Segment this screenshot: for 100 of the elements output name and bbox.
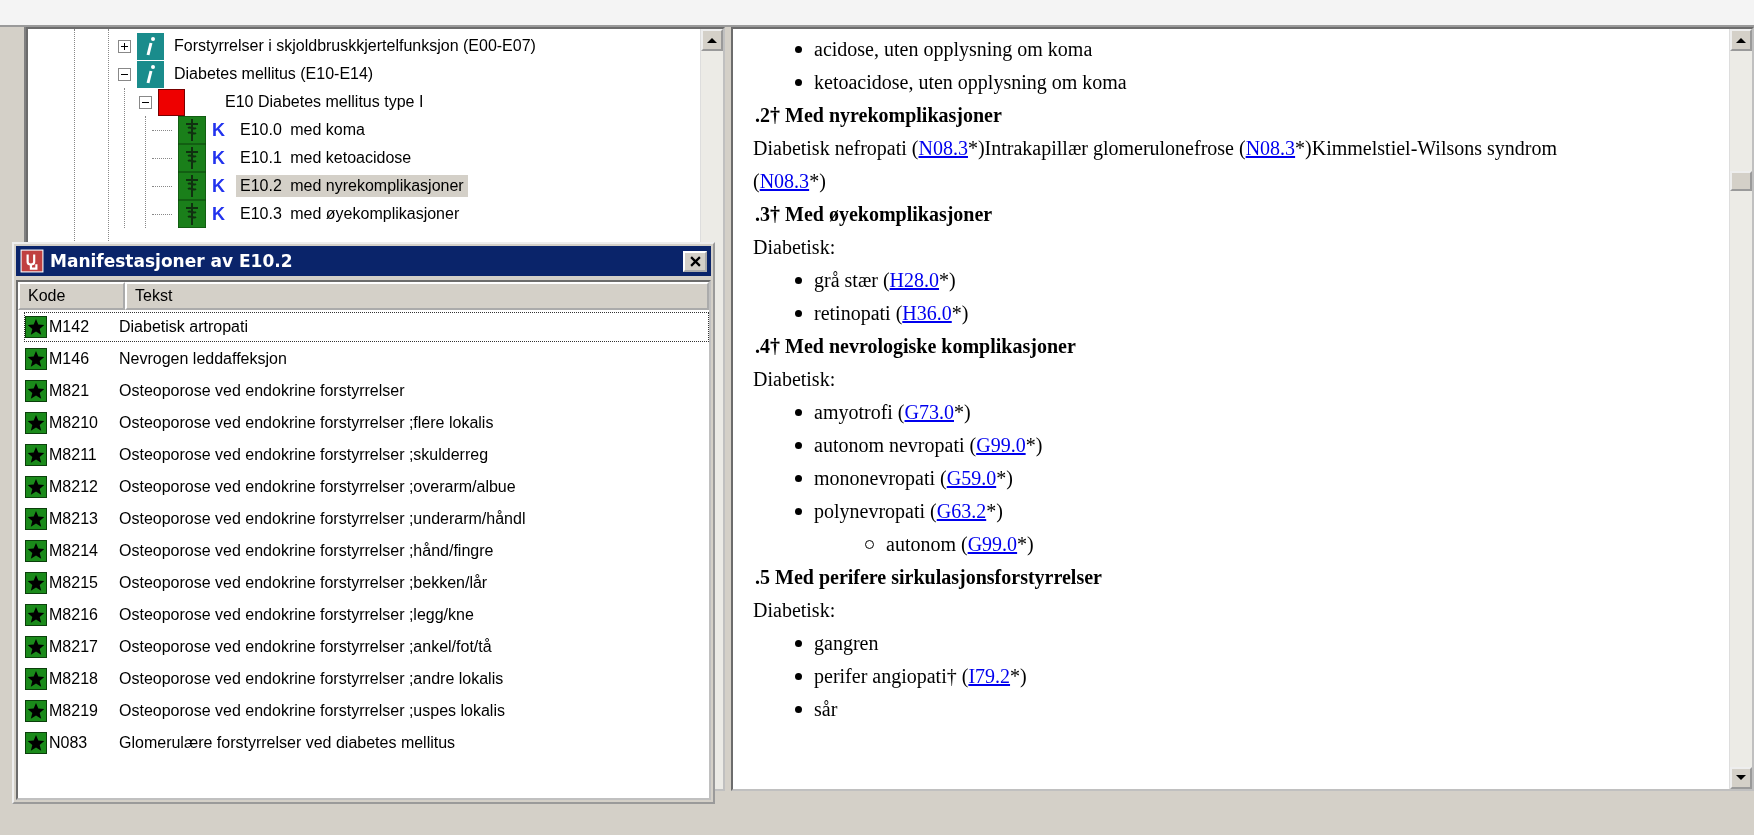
code-link[interactable]: N08.3 <box>918 137 968 159</box>
list-item: gangren <box>753 627 1619 660</box>
list-row[interactable]: M8212 Osteoporose ved endokrine forstyrrelser ;overarm/albue <box>24 472 709 502</box>
k-label: K <box>212 119 226 141</box>
scroll-thumb[interactable] <box>1730 171 1752 191</box>
text-cell-text: Osteoporose ved endokrine forstyrrelser ;bekken/lår <box>119 574 489 592</box>
column-header[interactable]: Tekst <box>125 282 709 310</box>
tree-item[interactable]: E10.2 med nyrekomplikasjoner <box>236 175 468 197</box>
list-row[interactable]: M142 Diabetisk artropati <box>24 312 709 342</box>
code-link[interactable]: H36.0 <box>902 302 952 324</box>
text-cell-text: Osteoporose ved endokrine forstyrrelser ;skulderreg <box>119 446 490 464</box>
column-header[interactable]: Kode <box>18 282 125 310</box>
list-row[interactable]: M8217 Osteoporose ved endokrine forstyrrelser ;ankel/fot/tå <box>24 632 709 662</box>
tree-item[interactable]: Forstyrrelser i skjoldbruskkjertelfunksjon (E00-E07) <box>170 35 540 57</box>
info-icon <box>137 60 164 88</box>
list-item: sår <box>753 693 1619 726</box>
staff-icon <box>178 144 206 172</box>
text-cell-text: Osteoporose ved endokrine forstyrrelser <box>119 382 406 400</box>
text-cell-text: Osteoporose ved endokrine forstyrrelser ;overarm/albue <box>119 478 517 496</box>
k-label: K <box>212 147 226 169</box>
list-row[interactable]: M8213 Osteoporose ved endokrine forstyrrelser ;underarm/håndl <box>24 504 709 534</box>
bullet-icon <box>795 508 802 515</box>
text-cell-text: Osteoporose ved endokrine forstyrrelser ;hånd/fingre <box>119 542 495 560</box>
star-icon <box>25 380 47 402</box>
bullet-icon <box>795 277 802 284</box>
window-title: Manifestasjoner av E10.2 <box>50 251 294 271</box>
star-icon <box>25 732 47 754</box>
bullet-icon <box>795 442 802 449</box>
code-cell-text: M146 <box>48 350 91 368</box>
list-row[interactable]: N083 Glomerulære forstyrrelser ved diabetes mellitus <box>24 728 709 758</box>
scrollbar[interactable] <box>1729 29 1752 789</box>
code-cell-text: M8218 <box>48 670 99 688</box>
code-link[interactable]: I79.2 <box>968 665 1011 687</box>
list-row[interactable]: M146 Nevrogen leddaffeksjon <box>24 344 709 374</box>
text-cell-text: Osteoporose ved endokrine forstyrrelser ;andre lokalis <box>119 670 505 688</box>
code-cell-text: M8214 <box>48 542 99 560</box>
section-heading: .2† Med nyrekomplikasjoner <box>754 103 1003 129</box>
list-item: polynevropati (G63.2*) <box>753 495 1619 528</box>
up-arrow-icon <box>1736 37 1746 43</box>
close-button[interactable] <box>683 250 707 272</box>
collapse-icon[interactable] <box>118 67 131 81</box>
list-item: grå stær (H28.0*) <box>753 264 1619 297</box>
k-label: K <box>212 175 226 197</box>
bullet-icon <box>795 706 802 713</box>
bullet-icon <box>795 409 802 416</box>
list-row[interactable]: M8210 Osteoporose ved endokrine forstyrrelser ;flere lokalis <box>24 408 709 438</box>
list-item: ketoacidose, uten opplysning om koma <box>753 66 1619 99</box>
text-cell-text: Diabetisk artropati <box>119 318 249 336</box>
app-icon <box>20 249 44 273</box>
paragraph: Diabetisk: <box>753 235 837 260</box>
expand-icon[interactable] <box>118 39 131 53</box>
list-row[interactable]: M8211 Osteoporose ved endokrine forstyrrelser ;skulderreg <box>24 440 709 470</box>
list-row[interactable]: M8219 Osteoporose ved endokrine forstyrrelser ;uspes lokalis <box>24 696 709 726</box>
code-cell-text: N083 <box>48 734 89 752</box>
list-row[interactable]: M8216 Osteoporose ved endokrine forstyrrelser ;legg/kne <box>24 600 709 630</box>
code-cell-text: M142 <box>48 318 91 336</box>
text-cell-text: Osteoporose ved endokrine forstyrrelser ;underarm/håndl <box>119 510 527 528</box>
star-icon <box>25 476 47 498</box>
star-icon <box>25 412 47 434</box>
k-label: K <box>212 203 226 225</box>
paragraph: Diabetisk: <box>753 598 837 623</box>
staff-icon <box>178 200 206 228</box>
list-row[interactable]: M8214 Osteoporose ved endokrine forstyrrelser ;hånd/fingre <box>24 536 709 566</box>
list-row[interactable]: M8218 Osteoporose ved endokrine forstyrrelser ;andre lokalis <box>24 664 709 694</box>
code-cell-text: M8216 <box>48 606 99 624</box>
staff-icon <box>178 172 206 200</box>
star-icon <box>25 316 47 338</box>
bullet-icon <box>795 673 802 680</box>
scroll-down-button[interactable] <box>1730 767 1752 789</box>
list-item: acidose, uten opplysning om koma <box>753 33 1619 66</box>
code-link[interactable]: G99.0 <box>976 434 1026 456</box>
list-item: perifer angiopati† (I79.2*) <box>753 660 1619 693</box>
code-cell-text: M8217 <box>48 638 99 656</box>
close-icon <box>689 255 701 267</box>
tree-item[interactable]: Diabetes mellitus (E10-E14) <box>170 63 378 85</box>
list-row[interactable]: M821 Osteoporose ved endokrine forstyrrelser <box>24 376 709 406</box>
text-cell-text: Glomerulære forstyrrelser ved diabetes mellitus <box>119 734 457 752</box>
code-cell-text: M821 <box>48 382 91 400</box>
star-icon <box>25 444 47 466</box>
scroll-up-button[interactable] <box>1730 29 1752 51</box>
bullet-icon <box>795 79 802 86</box>
scroll-up-button[interactable] <box>701 29 723 51</box>
star-icon <box>25 508 47 530</box>
section-heading: .3† Med øyekomplikasjoner <box>754 202 994 228</box>
list-row[interactable]: M8215 Osteoporose ved endokrine forstyrrelser ;bekken/lår <box>24 568 709 598</box>
star-icon <box>25 668 47 690</box>
code-cell-text: M8210 <box>48 414 99 432</box>
star-icon <box>25 540 47 562</box>
bullet-icon <box>795 46 802 53</box>
tree-item[interactable]: E10.3 med øyekomplikasjoner <box>236 203 464 225</box>
star-icon <box>25 636 47 658</box>
star-icon <box>25 572 47 594</box>
paragraph: Diabetisk nefropati (N08.3*)Intrakapillær glomerulonefrose (N08.3*)Kimmelstiel-Wilsons syndrom (N08.3*) <box>753 136 1559 195</box>
collapse-icon[interactable] <box>139 95 152 109</box>
square-icon <box>158 88 185 116</box>
tree-item[interactable]: E10 Diabetes mellitus type I <box>221 91 428 113</box>
bullet-icon <box>795 310 802 317</box>
tree-item[interactable]: E10.1 med ketoacidose <box>236 147 416 169</box>
tree-item[interactable]: E10.0 med koma <box>236 119 369 141</box>
text-cell-text: Osteoporose ved endokrine forstyrrelser ;ankel/fot/tå <box>119 638 493 656</box>
